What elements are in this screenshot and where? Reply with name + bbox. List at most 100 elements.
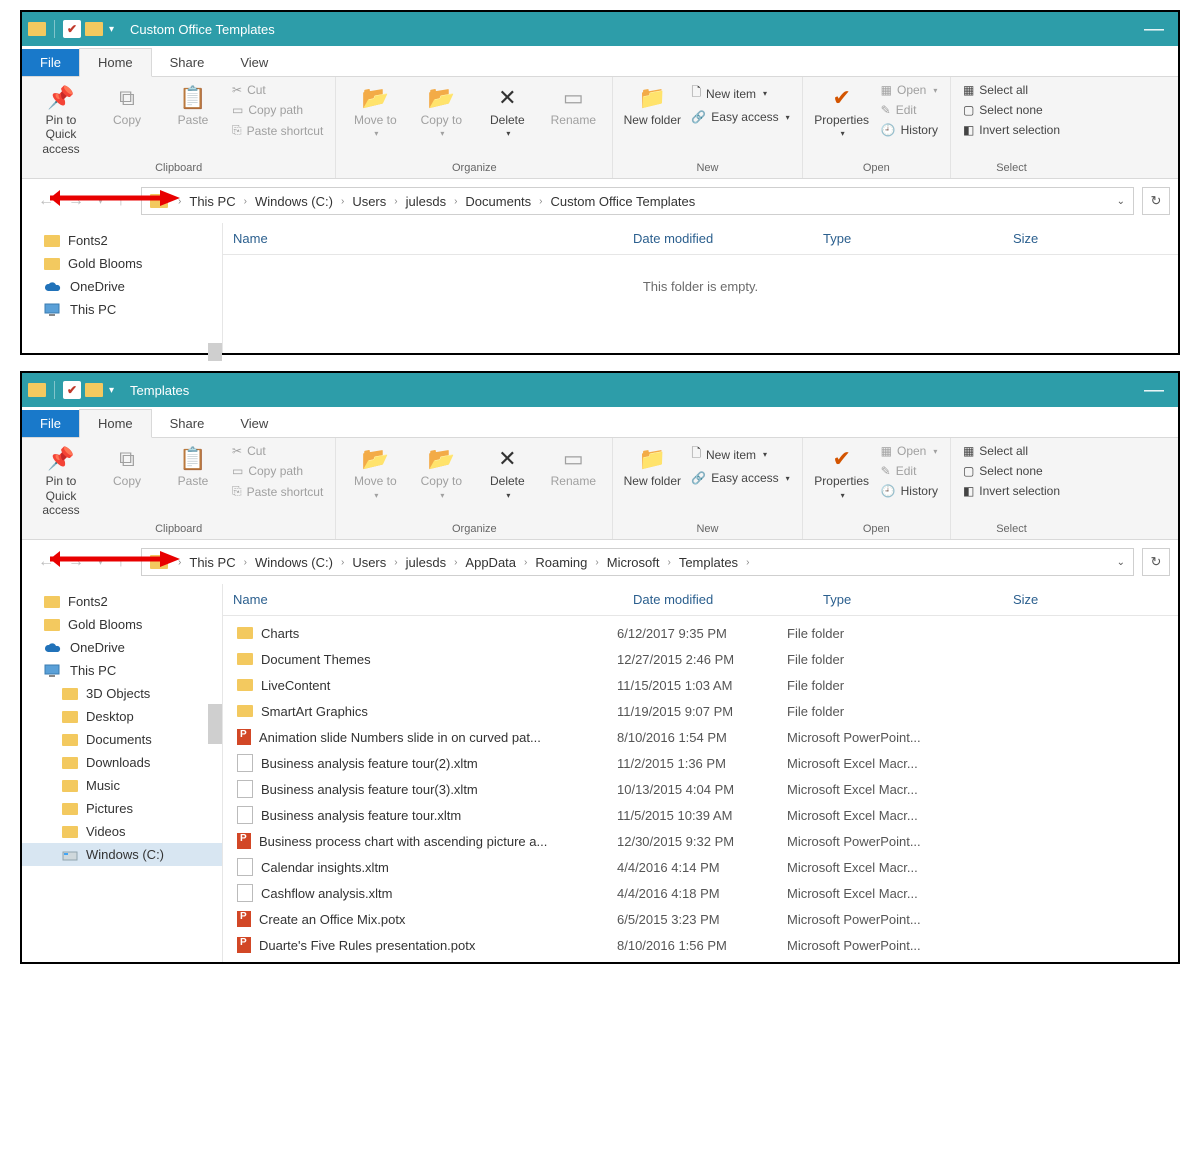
- breadcrumb-segment[interactable]: julesds: [404, 555, 448, 570]
- address-bar[interactable]: ›This PC›Windows (C:)›Users›julesds›AppD…: [141, 548, 1134, 576]
- chevron-right-icon[interactable]: ›: [390, 196, 401, 207]
- col-date[interactable]: Date modified: [623, 584, 813, 615]
- easy-access-button[interactable]: 🔗 Easy access ▾: [687, 108, 793, 126]
- col-name[interactable]: Name: [223, 223, 623, 254]
- copy-to-button[interactable]: 📂Copy to▾: [410, 81, 472, 143]
- move-to-button[interactable]: 📂Move to▾: [344, 442, 406, 504]
- minimize-icon[interactable]: —: [1136, 18, 1172, 41]
- chevron-right-icon[interactable]: ›: [450, 557, 461, 568]
- nav-item[interactable]: Gold Blooms: [22, 252, 222, 275]
- new-folder-button[interactable]: 📁New folder: [621, 442, 683, 492]
- tab-share[interactable]: Share: [152, 410, 223, 437]
- breadcrumb-segment[interactable]: Users: [350, 555, 388, 570]
- nav-item[interactable]: Fonts2: [22, 590, 222, 613]
- file-row[interactable]: Business analysis feature tour(2).xltm 1…: [223, 750, 1178, 776]
- paste-button[interactable]: 📋Paste: [162, 81, 224, 131]
- properties-button[interactable]: ✔Properties▾: [811, 442, 873, 504]
- nav-item[interactable]: Music: [22, 774, 222, 797]
- select-all-button[interactable]: ▦ Select all: [959, 442, 1064, 460]
- tab-share[interactable]: Share: [152, 49, 223, 76]
- properties-qat-icon[interactable]: ✔: [63, 381, 81, 399]
- breadcrumb-segment[interactable]: Windows (C:): [253, 194, 335, 209]
- file-row[interactable]: Create an Office Mix.potx 6/5/2015 3:23 …: [223, 906, 1178, 932]
- delete-button[interactable]: ✕Delete▾: [476, 81, 538, 143]
- scrollbar-thumb[interactable]: [208, 704, 222, 744]
- properties-button[interactable]: ✔Properties▾: [811, 81, 873, 143]
- file-list[interactable]: Name Date modified Type Size Charts 6/12…: [223, 584, 1178, 962]
- paste-shortcut-button[interactable]: ⎘ Paste shortcut: [228, 121, 327, 140]
- select-all-button[interactable]: ▦ Select all: [959, 81, 1064, 99]
- addr-dropdown-icon[interactable]: ⌄: [1117, 557, 1125, 568]
- recent-dropdown-icon[interactable]: ▾: [98, 557, 103, 568]
- edit-button[interactable]: ✎ Edit: [877, 101, 942, 119]
- forward-button[interactable]: →: [68, 553, 84, 571]
- chevron-right-icon[interactable]: ›: [520, 557, 531, 568]
- file-row[interactable]: Cashflow analysis.xltm 4/4/2016 4:18 PM …: [223, 880, 1178, 906]
- back-button[interactable]: ←: [38, 553, 54, 571]
- nav-item[interactable]: Pictures: [22, 797, 222, 820]
- col-name[interactable]: Name: [223, 584, 623, 615]
- chevron-right-icon[interactable]: ›: [742, 557, 753, 568]
- refresh-button[interactable]: ↻: [1142, 548, 1170, 576]
- easy-access-button[interactable]: 🔗 Easy access ▾: [687, 469, 793, 487]
- nav-item[interactable]: 3D Objects: [22, 682, 222, 705]
- pin-quick-access-button[interactable]: 📌Pin to Quick access: [30, 442, 92, 521]
- rename-button[interactable]: ▭Rename: [542, 442, 604, 492]
- chevron-right-icon[interactable]: ›: [240, 557, 251, 568]
- file-list[interactable]: Name Date modified Type Size This folder…: [223, 223, 1178, 353]
- delete-button[interactable]: ✕Delete▾: [476, 442, 538, 504]
- nav-item[interactable]: Gold Blooms: [22, 613, 222, 636]
- navigation-pane[interactable]: Fonts2Gold BloomsOneDriveThis PC3D Objec…: [22, 584, 223, 962]
- tab-file[interactable]: File: [22, 410, 79, 437]
- file-row[interactable]: Business process chart with ascending pi…: [223, 828, 1178, 854]
- refresh-button[interactable]: ↻: [1142, 187, 1170, 215]
- tab-view[interactable]: View: [222, 410, 286, 437]
- properties-qat-icon[interactable]: ✔: [63, 20, 81, 38]
- file-row[interactable]: Document Themes 12/27/2015 2:46 PM File …: [223, 646, 1178, 672]
- file-row[interactable]: Business analysis feature tour(3).xltm 1…: [223, 776, 1178, 802]
- col-type[interactable]: Type: [813, 584, 1003, 615]
- address-bar[interactable]: ›This PC›Windows (C:)›Users›julesds›Docu…: [141, 187, 1134, 215]
- rename-button[interactable]: ▭Rename: [542, 81, 604, 131]
- folder-icon[interactable]: [28, 383, 46, 397]
- nav-item[interactable]: This PC: [22, 298, 222, 321]
- breadcrumb-segment[interactable]: julesds: [404, 194, 448, 209]
- qat-dropdown-icon[interactable]: ▾: [109, 24, 114, 35]
- tab-home[interactable]: Home: [79, 48, 152, 77]
- breadcrumb-segment[interactable]: Windows (C:): [253, 555, 335, 570]
- breadcrumb-segment[interactable]: Templates: [677, 555, 740, 570]
- chevron-right-icon[interactable]: ›: [535, 196, 546, 207]
- file-row[interactable]: Animation slide Numbers slide in on curv…: [223, 724, 1178, 750]
- history-button[interactable]: 🕘 History: [877, 121, 942, 139]
- nav-item[interactable]: Documents: [22, 728, 222, 751]
- nav-item[interactable]: Desktop: [22, 705, 222, 728]
- column-headers[interactable]: Name Date modified Type Size: [223, 584, 1178, 616]
- nav-item[interactable]: Fonts2: [22, 229, 222, 252]
- chevron-right-icon[interactable]: ›: [663, 557, 674, 568]
- up-button[interactable]: ↑: [117, 553, 125, 571]
- chevron-right-icon[interactable]: ›: [337, 196, 348, 207]
- chevron-right-icon[interactable]: ›: [174, 557, 185, 568]
- chevron-right-icon[interactable]: ›: [174, 196, 185, 207]
- breadcrumb-segment[interactable]: This PC: [187, 555, 237, 570]
- edit-button[interactable]: ✎ Edit: [877, 462, 942, 480]
- column-headers[interactable]: Name Date modified Type Size: [223, 223, 1178, 255]
- file-row[interactable]: Charts 6/12/2017 9:35 PM File folder: [223, 620, 1178, 646]
- select-none-button[interactable]: ▢ Select none: [959, 101, 1064, 119]
- history-button[interactable]: 🕘 History: [877, 482, 942, 500]
- chevron-right-icon[interactable]: ›: [337, 557, 348, 568]
- chevron-right-icon[interactable]: ›: [240, 196, 251, 207]
- file-row[interactable]: LiveContent 11/15/2015 1:03 AM File fold…: [223, 672, 1178, 698]
- titlebar[interactable]: ✔ ▾ Templates —: [22, 373, 1178, 407]
- new-item-button[interactable]: 🗋 New item ▾: [687, 442, 793, 467]
- breadcrumb-segment[interactable]: Roaming: [533, 555, 589, 570]
- breadcrumb-segment[interactable]: Users: [350, 194, 388, 209]
- chevron-right-icon[interactable]: ›: [450, 196, 461, 207]
- nav-item[interactable]: Downloads: [22, 751, 222, 774]
- scrollbar-thumb[interactable]: [208, 343, 222, 361]
- nav-item[interactable]: Windows (C:): [22, 843, 222, 866]
- paste-button[interactable]: 📋Paste: [162, 442, 224, 492]
- pin-quick-access-button[interactable]: 📌Pin to Quick access: [30, 81, 92, 160]
- up-button[interactable]: ↑: [117, 192, 125, 210]
- invert-selection-button[interactable]: ◧ Invert selection: [959, 482, 1064, 500]
